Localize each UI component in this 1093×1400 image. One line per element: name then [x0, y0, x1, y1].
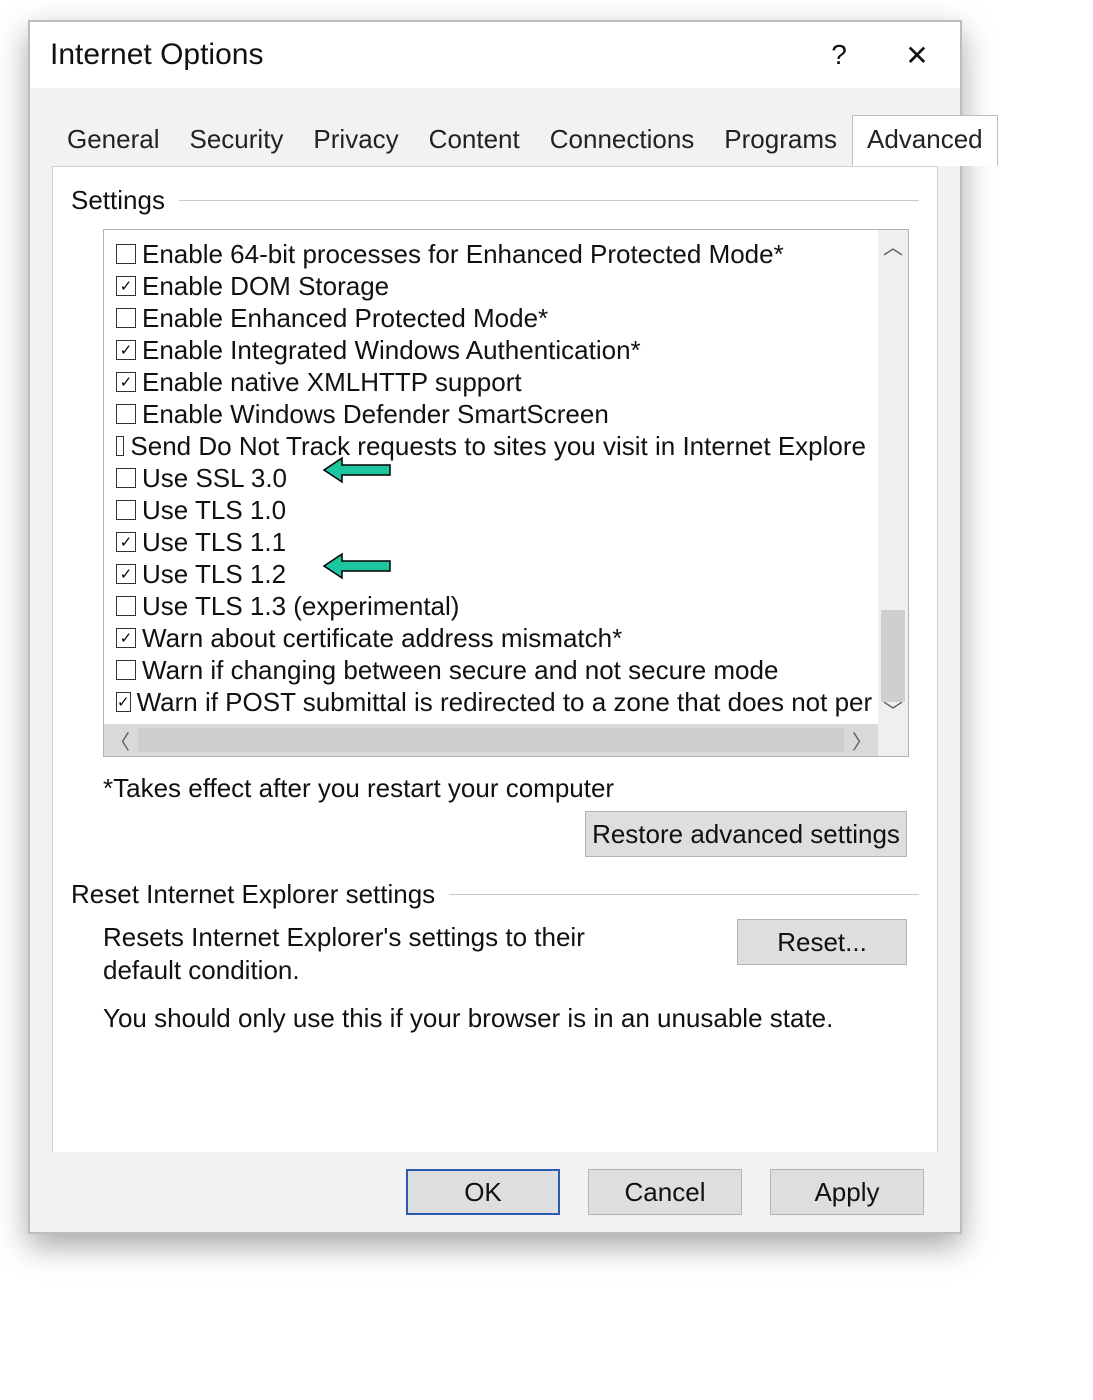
tab-bar: General Security Privacy Content Connect… [52, 118, 960, 166]
setting-label: Enable 64-bit processes for Enhanced Pro… [142, 239, 784, 270]
reset-description: Resets Internet Explorer's settings to t… [103, 921, 653, 986]
checkbox[interactable] [116, 244, 136, 264]
setting-label: Enable Integrated Windows Authentication… [142, 335, 641, 366]
tab-content[interactable]: Content [414, 115, 535, 166]
checkbox[interactable] [116, 308, 136, 328]
dialog-footer: OK Cancel Apply [30, 1152, 960, 1232]
setting-label: Enable Enhanced Protected Mode* [142, 303, 548, 334]
setting-row[interactable]: Enable Windows Defender SmartScreen [116, 398, 866, 430]
vertical-scrollbar[interactable]: ︿ ﹀ [878, 230, 908, 724]
close-button[interactable]: ✕ [878, 22, 956, 88]
checkbox[interactable] [116, 660, 136, 680]
setting-row[interactable]: Use TLS 1.2 [116, 558, 866, 590]
reset-group-title: Reset Internet Explorer settings [71, 879, 435, 910]
checkbox[interactable] [116, 372, 136, 392]
checkbox[interactable] [116, 500, 136, 520]
setting-label: Enable DOM Storage [142, 271, 389, 302]
scrollbar-corner [878, 724, 908, 756]
advanced-panel: Settings Enable 64-bit processes for Enh… [52, 166, 938, 1214]
setting-label: Enable native XMLHTTP support [142, 367, 522, 398]
setting-label: Use TLS 1.3 (experimental) [142, 591, 459, 622]
ok-button[interactable]: OK [406, 1169, 560, 1215]
setting-row[interactable]: Use TLS 1.3 (experimental) [116, 590, 866, 622]
checkbox[interactable] [116, 468, 136, 488]
group-separator [179, 200, 919, 201]
setting-label: Warn if POST submittal is redirected to … [137, 687, 873, 718]
setting-label: Warn about certificate address mismatch* [142, 623, 622, 654]
checkbox[interactable] [116, 564, 136, 584]
setting-row[interactable]: Send Do Not Track requests to sites you … [116, 430, 866, 462]
tab-advanced[interactable]: Advanced [852, 115, 998, 166]
horizontal-scrollbar[interactable]: 〈 〉 [104, 724, 878, 756]
settings-group-title: Settings [71, 185, 165, 216]
setting-row[interactable]: Enable DOM Storage [116, 270, 866, 302]
tab-privacy[interactable]: Privacy [298, 115, 413, 166]
hscroll-thumb[interactable] [138, 728, 844, 752]
setting-row[interactable]: Use TLS 1.0 [116, 494, 866, 526]
setting-row[interactable]: Enable Enhanced Protected Mode* [116, 302, 866, 334]
tab-security[interactable]: Security [175, 115, 299, 166]
dialog-title: Internet Options [50, 38, 263, 72]
restore-advanced-settings-button[interactable]: Restore advanced settings [585, 811, 907, 857]
checkbox[interactable] [116, 692, 131, 712]
annotation-arrow-ssl3 [324, 456, 404, 489]
reset-warning: You should only use this if your browser… [103, 1003, 833, 1034]
checkbox[interactable] [116, 628, 136, 648]
setting-row[interactable]: Enable native XMLHTTP support [116, 366, 866, 398]
setting-label: Use TLS 1.1 [142, 527, 286, 558]
setting-row[interactable]: Use SSL 3.0 [116, 462, 866, 494]
checkbox[interactable] [116, 596, 136, 616]
setting-label: Warn if changing between secure and not … [142, 655, 778, 686]
setting-row[interactable]: Enable Integrated Windows Authentication… [116, 334, 866, 366]
checkbox[interactable] [116, 404, 136, 424]
apply-button[interactable]: Apply [770, 1169, 924, 1215]
setting-label: Enable Windows Defender SmartScreen [142, 399, 609, 430]
setting-row[interactable]: Warn if changing between secure and not … [116, 654, 866, 686]
setting-label: Use TLS 1.2 [142, 559, 286, 590]
setting-row[interactable]: Enable 64-bit processes for Enhanced Pro… [116, 238, 866, 270]
tab-connections[interactable]: Connections [535, 115, 710, 166]
scroll-thumb[interactable] [881, 610, 905, 702]
setting-label: Use SSL 3.0 [142, 463, 287, 494]
setting-label: Use TLS 1.0 [142, 495, 286, 526]
checkbox[interactable] [116, 532, 136, 552]
settings-listbox[interactable]: Enable 64-bit processes for Enhanced Pro… [103, 229, 909, 757]
group-separator [449, 894, 919, 895]
scroll-right-icon[interactable]: 〉 [846, 724, 878, 756]
restart-note: *Takes effect after you restart your com… [103, 773, 614, 804]
tab-general[interactable]: General [52, 115, 175, 166]
checkbox[interactable] [116, 436, 124, 456]
scroll-up-icon[interactable]: ︿ [878, 230, 908, 260]
setting-row[interactable]: Use TLS 1.1 [116, 526, 866, 558]
cancel-button[interactable]: Cancel [588, 1169, 742, 1215]
setting-row[interactable]: Warn about certificate address mismatch* [116, 622, 866, 654]
reset-button[interactable]: Reset... [737, 919, 907, 965]
help-button[interactable]: ? [800, 22, 878, 88]
setting-row[interactable]: Warn if POST submittal is redirected to … [116, 686, 866, 718]
annotation-arrow-tls12 [324, 552, 404, 585]
checkbox[interactable] [116, 340, 136, 360]
scroll-left-icon[interactable]: 〈 [104, 724, 136, 756]
setting-label: Send Do Not Track requests to sites you … [130, 431, 866, 462]
tab-programs[interactable]: Programs [709, 115, 852, 166]
checkbox[interactable] [116, 276, 136, 296]
